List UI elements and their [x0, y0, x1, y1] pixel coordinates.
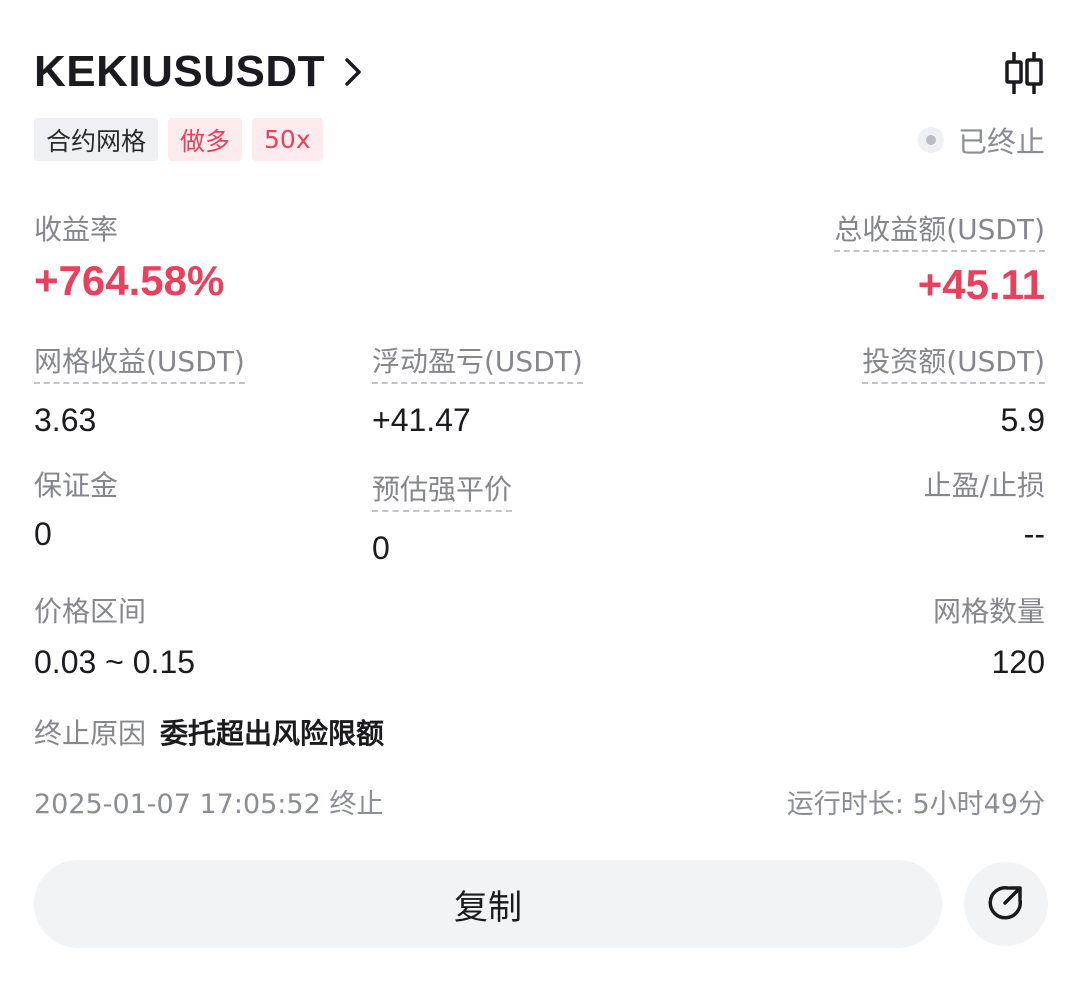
floating-pnl-label[interactable]: 浮动盈亏(USDT)	[372, 344, 583, 384]
grid-count-label: 网格数量	[932, 595, 1045, 628]
price-range-value: 0.03 ~ 0.15	[34, 644, 196, 680]
total-profit-label[interactable]: 总收益额(USDT)	[834, 212, 1045, 252]
strategy-tags: 合约网格 做多 50x	[34, 118, 323, 161]
grid-profit-block: 网格收益(USDT) 3.63	[34, 344, 245, 440]
liq-price-value: 0	[372, 530, 390, 566]
pair-title: KEKIUSUSDT	[34, 47, 326, 96]
terminated-time: 2025-01-07 17:05:52 终止	[34, 789, 384, 820]
termination-reason-label: 终止原因	[34, 717, 147, 750]
candlestick-chart-icon[interactable]	[1003, 50, 1045, 96]
tpsl-label: 止盈/止损	[923, 469, 1045, 502]
termination-reason-value: 委托超出风险限额	[160, 717, 385, 750]
margin-value: 0	[34, 516, 52, 552]
grid-profit-value: 3.63	[34, 402, 97, 438]
copy-button-label: 复制	[454, 887, 522, 928]
liq-price-label[interactable]: 预估强平价	[372, 472, 513, 512]
status-dot-icon	[917, 127, 944, 153]
tag-contract-grid: 合约网格	[34, 118, 159, 161]
grid-count-block: 网格数量 120	[933, 594, 1045, 682]
share-button[interactable]	[964, 862, 1048, 946]
yield-block: 收益率 +764.58%	[34, 212, 224, 306]
investment-label[interactable]: 投资额(USDT)	[862, 344, 1045, 384]
status-badge: 已终止	[917, 120, 1045, 160]
copy-button[interactable]: 复制	[34, 860, 942, 948]
chevron-right-icon	[343, 56, 369, 88]
termination-reason: 终止原因 委托超出风险限额	[34, 712, 384, 752]
grid-count-value: 120	[991, 644, 1045, 680]
tag-long: 做多	[168, 118, 243, 161]
liq-price-block: 预估强平价 0	[372, 472, 513, 568]
investment-block: 投资额(USDT) 5.9	[862, 344, 1045, 440]
tag-leverage: 50x	[252, 118, 323, 161]
margin-label: 保证金	[34, 469, 119, 502]
tpsl-block: 止盈/止损 --	[924, 468, 1045, 554]
total-profit-value: +45.11	[917, 261, 1045, 308]
investment-value: 5.9	[1000, 402, 1045, 438]
yield-value: +764.58%	[34, 257, 225, 304]
yield-label: 收益率	[34, 213, 119, 246]
runtime: 运行时长: 5小时49分	[786, 789, 1045, 820]
floating-pnl-block: 浮动盈亏(USDT) +41.47	[372, 344, 583, 440]
grid-profit-label[interactable]: 网格收益(USDT)	[34, 344, 245, 384]
total-profit-block: 总收益额(USDT) +45.11	[834, 212, 1045, 310]
pair-title-link[interactable]: KEKIUSUSDT	[34, 44, 1045, 100]
status-label: 已终止	[957, 125, 1045, 159]
price-range-block: 价格区间 0.03 ~ 0.15	[34, 594, 195, 682]
price-range-label: 价格区间	[34, 595, 147, 628]
header: KEKIUSUSDT	[34, 44, 1045, 100]
margin-block: 保证金 0	[34, 468, 118, 554]
tpsl-value: --	[1023, 516, 1045, 552]
floating-pnl-value: +41.47	[372, 402, 471, 438]
share-external-icon	[986, 882, 1026, 926]
